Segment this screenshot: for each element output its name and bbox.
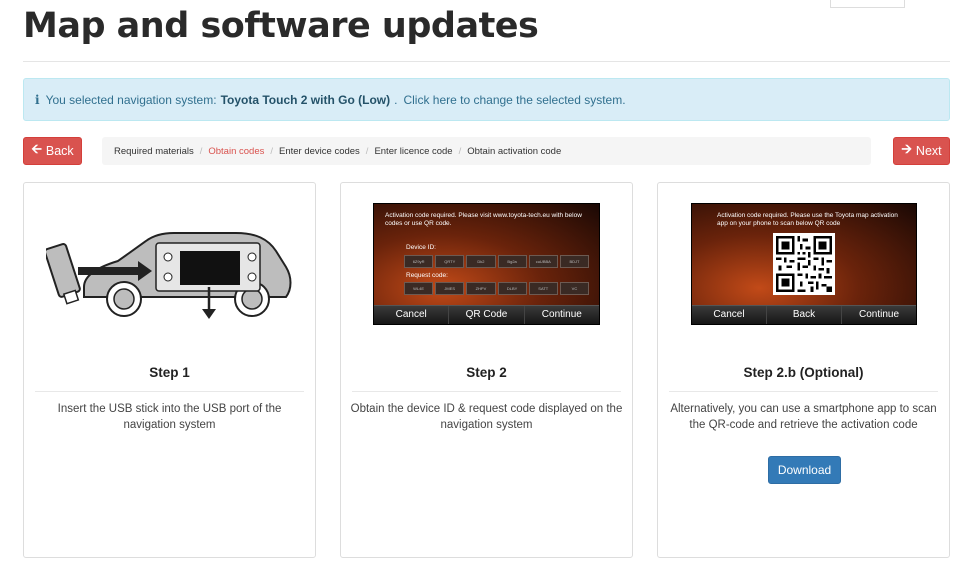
device-code-box: Dk2 [466,255,496,268]
top-tab [830,0,905,8]
arrow-right-icon: 🡪 [901,141,912,156]
device-code-box: cuUBBA [528,255,558,268]
screen-cancel-button: Cancel [692,306,767,324]
screen-message: Activation code required. Please visit w… [385,212,582,227]
device-code-box: BDJT [559,255,590,268]
qr-code-icon [773,233,835,295]
breadcrumb-enter-device-codes[interactable]: Enter device codes [279,146,360,157]
breadcrumb-separator: / [458,145,462,157]
alert-period: . [394,92,398,107]
screen-message: Activation code required. Please use the… [717,212,898,227]
device-id-label: Device ID: [406,244,436,251]
step-2-description: Obtain the device ID & request code disp… [350,403,623,431]
alert-system-name: Toyota Touch 2 with Go (Low) [220,92,391,107]
step-2b-divider [669,391,938,392]
screen-cancel-button: Cancel [374,306,450,324]
request-code-box: VC [559,282,590,295]
breadcrumb-separator: / [270,145,273,157]
page-title: Map and software updates [23,6,539,46]
request-code-box: DLBY [497,282,527,295]
step-2-divider [352,391,621,392]
device-code-box: QRTY [435,255,465,268]
step-1-title: Step 1 [149,365,190,380]
device-code-box: 6Z9yR [404,255,434,268]
back-label: Back [45,144,74,158]
arrow-left-icon: 🡨 [31,141,42,156]
car-usb-illustration [46,232,292,319]
title-divider [23,61,950,62]
alert-prefix: You selected navigation system: [45,92,217,107]
step-2-card: Activation code required. Please visit w… [340,182,633,558]
breadcrumb-required-materials[interactable]: Required materials [114,146,194,157]
info-icon: i [35,92,40,107]
request-code-box: WL4E [404,282,434,295]
screen-back-button: Back [767,306,842,324]
breadcrumb-separator: / [199,145,203,157]
back-button[interactable]: 🡨 Back [23,137,82,165]
screen-continue-button: Continue [842,306,916,324]
next-label: Next [915,144,942,158]
request-code-box: ZHPV [466,282,496,295]
device-code-screen: Activation code required. Please visit w… [373,203,600,325]
qr-code-screen: Activation code required. Please use the… [691,203,917,325]
screen-qr-code-button: QR Code [449,306,525,324]
selected-system-alert: i You selected navigation system: Toyota… [23,78,950,121]
request-code-label: Request code: [406,272,448,279]
device-id-codes: 6Z9yR QRTY Dk2 Bg2a cuUBBA BDJT [404,255,590,268]
step-1-card: Step 1 Insert the USB stick into the USB… [23,182,316,558]
breadcrumb-enter-licence-code[interactable]: Enter licence code [374,146,452,157]
breadcrumb-obtain-activation-code[interactable]: Obtain activation code [467,146,561,157]
request-codes: WL4E JMES ZHPV DLBY SATT VC [404,282,590,295]
request-code-box: JMES [435,282,465,295]
step-2b-card: Activation code required. Please use the… [657,182,950,558]
step-2-title: Step 2 [466,365,507,380]
breadcrumb-separator: / [365,145,369,157]
steps-breadcrumb: Required materials / Obtain codes / Ente… [102,137,871,165]
request-code-box: SATT [528,282,558,295]
device-code-box: Bg2a [497,255,527,268]
change-system-link[interactable]: Click here to change the selected system… [403,93,625,107]
step-2b-description: Alternatively, you can use a smartphone … [670,403,937,431]
next-button[interactable]: 🡪 Next [893,137,950,165]
screen-continue-button: Continue [524,306,599,324]
step-1-description: Insert the USB stick into the USB port o… [57,403,282,431]
download-button[interactable]: Download [768,456,841,484]
step-2b-title: Step 2.b (Optional) [743,365,864,380]
screen-button-bar: Cancel Back Continue [692,305,916,324]
screen-button-bar: Cancel QR Code Continue [374,305,599,324]
breadcrumb-obtain-codes[interactable]: Obtain codes [208,146,264,157]
step-1-divider [35,391,304,392]
